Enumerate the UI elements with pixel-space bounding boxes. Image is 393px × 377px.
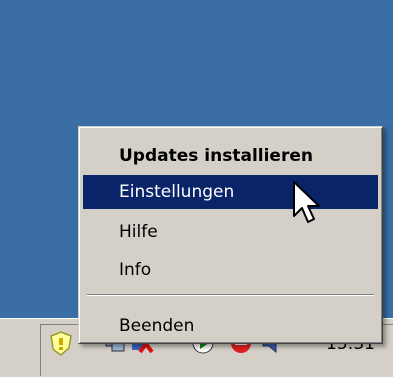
menu-separator (87, 294, 374, 296)
mouse-cursor-icon (293, 181, 320, 223)
menu-item-label: Hilfe (119, 222, 158, 242)
context-menu: Updates installieren Einstellungen Hilfe… (78, 126, 383, 344)
menu-item-exit[interactable]: Beenden (83, 309, 378, 343)
menu-item-settings[interactable]: Einstellungen (83, 175, 378, 209)
menu-item-info[interactable]: Info (83, 253, 378, 287)
menu-item-label: Info (119, 260, 152, 280)
menu-item-label: Einstellungen (119, 182, 235, 202)
updates-shield-icon[interactable] (48, 330, 74, 356)
menu-item-help[interactable]: Hilfe (83, 215, 378, 249)
menu-item-label: Updates installieren (119, 146, 313, 166)
menu-item-install-updates[interactable]: Updates installieren (83, 139, 378, 173)
menu-item-label: Beenden (119, 316, 195, 336)
